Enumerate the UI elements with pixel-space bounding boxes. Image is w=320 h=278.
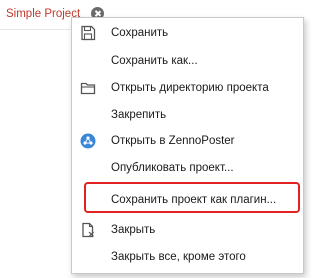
tab-title: Simple Project — [6, 8, 81, 20]
menu-item-close[interactable]: Закрыть — [72, 218, 303, 243]
menu-item-publish-project[interactable]: Опубликовать проект... — [72, 156, 303, 181]
menu-item-label: Закрыть — [111, 224, 156, 236]
menu-item-close-all-but-this[interactable]: Закрыть все, кроме этого — [72, 245, 303, 270]
menu-item-label: Сохранить как... — [111, 55, 198, 67]
menu-item-label: Опубликовать проект... — [111, 162, 234, 174]
menu-item-label: Сохранить проект как плагин... — [111, 194, 277, 206]
menu-item-label: Сохранить — [111, 27, 169, 39]
menu-item-label: Закрыть все, кроме этого — [111, 251, 246, 263]
menu-item-label: Закрепить — [111, 109, 167, 121]
menu-item-open-in-zennoposter[interactable]: Открыть в ZennoPoster — [72, 129, 303, 154]
menu-item-save-as[interactable]: Сохранить как... — [72, 49, 303, 74]
close-document-icon — [82, 222, 94, 238]
menu-item-pin[interactable]: Закрепить — [72, 103, 303, 128]
menu-item-label: Открыть директорию проекта — [111, 82, 269, 94]
screen: Simple Project Сохранить Сохранить как..… — [0, 0, 306, 278]
menu-item-save[interactable]: Сохранить — [72, 21, 303, 46]
zennoposter-icon — [80, 133, 96, 149]
folder-icon — [80, 82, 96, 95]
context-menu: Сохранить Сохранить как... Открыть дирек… — [71, 17, 304, 274]
menu-item-save-as-plugin[interactable]: Сохранить проект как плагин... — [72, 188, 303, 213]
menu-item-open-project-folder[interactable]: Открыть директорию проекта — [72, 76, 303, 101]
save-disk-icon — [81, 25, 96, 41]
menu-item-label: Открыть в ZennoPoster — [111, 135, 235, 147]
